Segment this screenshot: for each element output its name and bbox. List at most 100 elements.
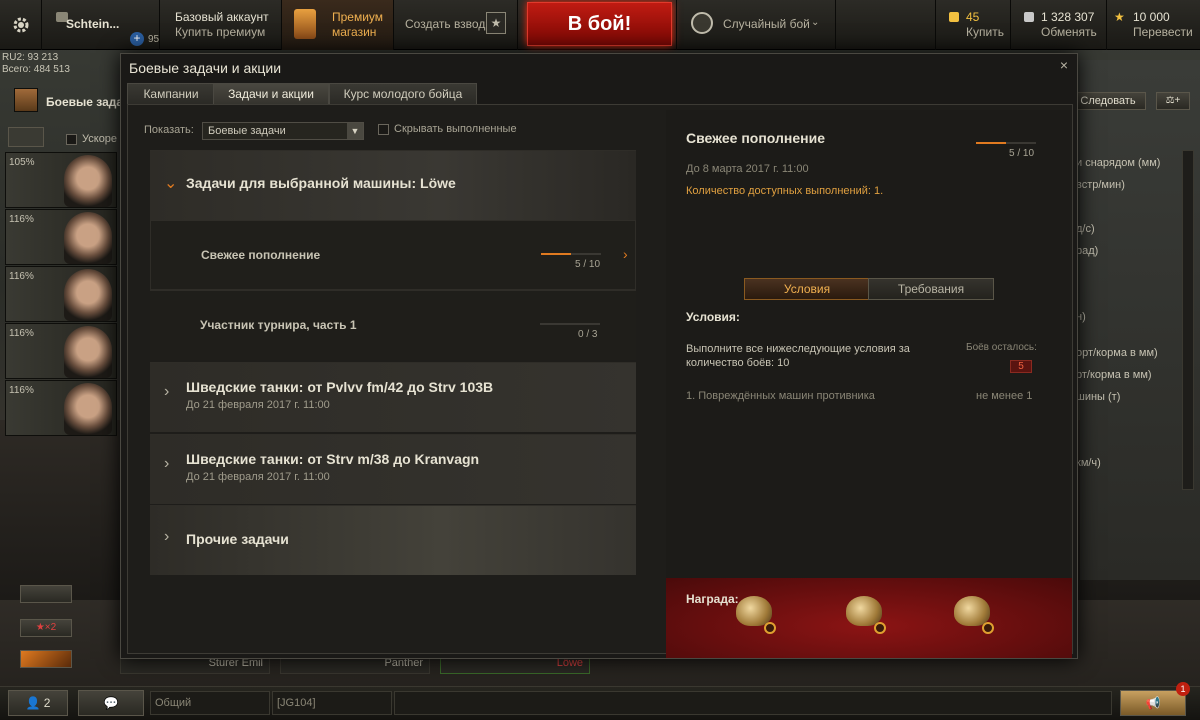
gear-icon xyxy=(13,17,29,33)
other-missions-group[interactable]: › Прочие задачи xyxy=(150,505,636,575)
accelerate-checkbox[interactable] xyxy=(66,134,77,145)
silver-amount: 1 328 307 xyxy=(1041,10,1095,24)
crew-member-3[interactable]: 116% xyxy=(5,266,117,322)
tab-training[interactable]: Курс молодого бойца xyxy=(329,83,477,105)
filter-dropdown[interactable]: Боевые задачи ▼ xyxy=(202,122,364,140)
chat-area[interactable] xyxy=(394,691,1112,715)
close-icon[interactable]: × xyxy=(1057,58,1071,72)
x2-bonus-button[interactable]: ★×2 xyxy=(20,619,72,637)
crew-pct: 116% xyxy=(9,214,34,225)
notification-badge: 1 xyxy=(1176,682,1190,696)
swedish-tanks-group-1[interactable]: › Шведские танки: от Pvlvv fm/42 до Strv… xyxy=(150,362,636,432)
crew-portrait xyxy=(64,383,112,435)
stat-line: д/с) xyxy=(1076,223,1095,235)
crew-member-1[interactable]: 105% xyxy=(5,152,117,208)
crew-portrait xyxy=(64,212,112,264)
premium-shop-line2: магазин xyxy=(332,25,377,39)
chevron-right-icon: › xyxy=(623,246,628,262)
clan-channel-tab[interactable]: [JG104] xyxy=(272,691,392,715)
mission-name: Свежее пополнение xyxy=(201,248,321,262)
filter-label: Показать: xyxy=(144,124,194,136)
account-menu[interactable]: Schtein... + 95 xyxy=(42,0,160,50)
gold-amount: 45 xyxy=(966,10,980,24)
stat-line: шины (т) xyxy=(1076,391,1121,403)
gold-balance[interactable]: 45 Купить xyxy=(935,0,1011,50)
tab-conditions[interactable]: Условия xyxy=(744,278,870,300)
accelerate-label: Ускоре xyxy=(82,133,118,145)
crew-member-4[interactable]: 116% xyxy=(5,323,117,379)
reward-medal-icon[interactable] xyxy=(846,596,882,626)
missions-list-pane: Показать: Боевые задачи ▼ Скрывать выпол… xyxy=(134,110,638,650)
premium-shop-line1: Премиум xyxy=(332,10,384,24)
detail-title: Свежее пополнение xyxy=(686,130,825,146)
crew-pct: 105% xyxy=(9,157,35,168)
mission-item[interactable]: Участник турнира, часть 1 0 / 3 xyxy=(150,290,636,360)
vehicle-stats-list: и снарядом (мм) встр/мин) д/с) рад) н) о… xyxy=(1076,157,1180,479)
group-title: Задачи для выбранной машины: Löwe xyxy=(186,175,456,191)
random-battle-icon xyxy=(691,12,713,34)
silver-icon xyxy=(1024,12,1034,22)
tab-campaigns[interactable]: Кампании xyxy=(127,83,215,105)
condition-item: 1. Повреждённых машин противника xyxy=(686,390,875,402)
dialog-title: Боевые задачи и акции xyxy=(129,60,282,76)
silver-balance[interactable]: 1 328 307 Обменять xyxy=(1011,0,1107,50)
clock-icon xyxy=(764,622,776,634)
hide-completed-checkbox[interactable] xyxy=(378,124,389,135)
create-platoon-label: Создать взвод xyxy=(405,17,486,31)
chevron-down-icon: ⌄ xyxy=(164,175,178,192)
chat-icon[interactable]: 💬 xyxy=(78,690,144,716)
crew-pct: 116% xyxy=(9,328,34,339)
tab-missions[interactable]: Задачи и акции xyxy=(213,83,329,105)
server-online: RU2: 93 213 xyxy=(2,52,59,63)
stat-line: рад) xyxy=(1076,245,1099,257)
platoon-count: 2 xyxy=(43,696,51,710)
crew-portrait xyxy=(64,155,112,207)
hide-completed-label: Скрывать выполненные xyxy=(394,123,517,135)
chevron-down-icon: ⌄ xyxy=(811,17,820,28)
reward-medal-icon[interactable] xyxy=(736,596,772,626)
free-xp-amount: 10 000 xyxy=(1133,10,1170,24)
swedish-tanks-group-2[interactable]: › Шведские танки: от Strv m/38 до Kranva… xyxy=(150,434,636,504)
settings-button[interactable] xyxy=(0,0,42,50)
battles-left-label: Боёв осталось: xyxy=(966,342,1037,353)
vehicle-missions-group[interactable]: ⌄ Задачи для выбранной машины: Löwe xyxy=(150,150,636,220)
mission-item-selected[interactable]: Свежее пополнение 5 / 10 › xyxy=(150,220,636,290)
premium-account-button[interactable]: Базовый аккаунт Купить премиум xyxy=(160,0,282,50)
free-xp-balance[interactable]: ★ 10 000 Перевести xyxy=(1107,0,1200,50)
stats-scrollbar[interactable] xyxy=(1182,150,1194,490)
mission-progress-text: 5 / 10 xyxy=(575,259,601,270)
battle-mode-selector[interactable]: Случайный бой ⌄ xyxy=(676,0,836,50)
create-platoon-button[interactable]: Создать взвод ★ xyxy=(394,0,518,50)
group-title: Прочие задачи xyxy=(186,531,289,547)
notifications-button[interactable]: 📢 xyxy=(1120,690,1186,716)
clock-icon xyxy=(874,622,886,634)
battle-button[interactable]: В бой! xyxy=(527,2,672,46)
total-online: Всего: 484 513 xyxy=(2,64,70,75)
detail-available: Количество доступных выполнений: 1. xyxy=(686,185,884,197)
chevron-down-icon: ▼ xyxy=(347,123,363,139)
reward-medal-icon[interactable] xyxy=(954,596,990,626)
server-info: RU2: 93 213 Всего: 484 513 xyxy=(2,52,70,76)
premium-shop-button[interactable]: Премиум магазин xyxy=(282,0,394,50)
stat-line: н) xyxy=(1076,311,1086,323)
group-date: До 21 февраля 2017 г. 11:00 xyxy=(186,471,330,483)
crew-toggle-button[interactable] xyxy=(8,127,44,147)
person-icon: 👤 xyxy=(25,696,41,710)
tab-requirements[interactable]: Требования xyxy=(868,278,994,300)
channel-tab[interactable]: Общий xyxy=(150,691,270,715)
compare-icon[interactable]: ⚖+ xyxy=(1156,92,1190,110)
crew-member-5[interactable]: 116% xyxy=(5,380,117,436)
stat-line: км/ч) xyxy=(1076,457,1101,469)
missions-icon[interactable] xyxy=(14,88,38,112)
mission-progress-bar xyxy=(541,253,601,255)
platoon-button[interactable]: 👤 2 xyxy=(8,690,68,716)
buy-premium-label: Купить премиум xyxy=(175,25,266,39)
tank-filter-button[interactable] xyxy=(20,585,72,603)
research-button[interactable]: Следовать xyxy=(1070,92,1146,110)
missions-dialog: Боевые задачи и акции × Кампании Задачи … xyxy=(120,53,1078,659)
mission-progress-text: 0 / 3 xyxy=(578,329,598,340)
detail-progress-text: 5 / 10 xyxy=(1009,148,1035,159)
crew-member-2[interactable]: 116% xyxy=(5,209,117,265)
custom-filter-button[interactable] xyxy=(20,650,72,668)
bottom-bar: 👤 2 💬 Общий [JG104] 📢 1 xyxy=(0,682,1200,720)
